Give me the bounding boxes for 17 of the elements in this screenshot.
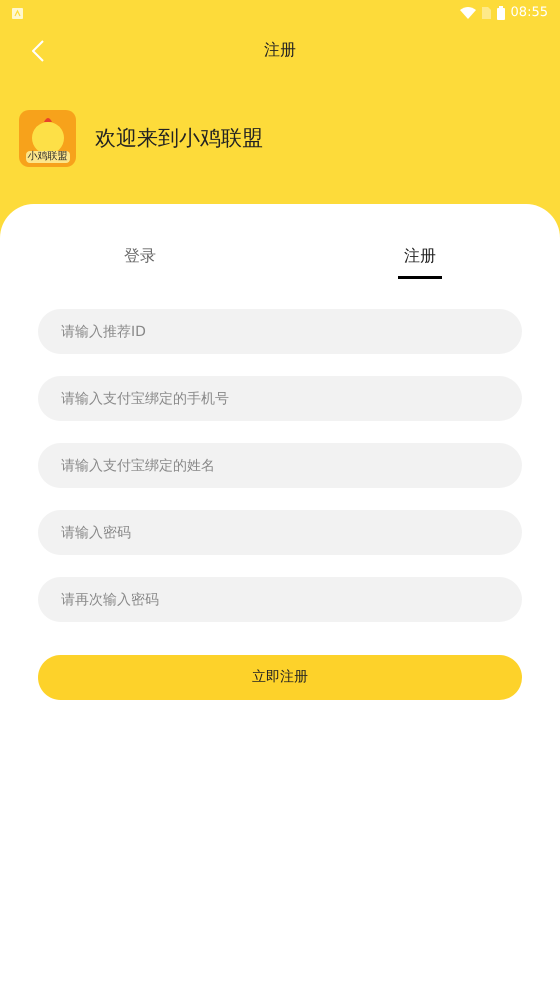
input-field[interactable]: 请输入支付宝绑定的手机号 — [38, 376, 522, 421]
input-field[interactable]: 请输入支付宝绑定的姓名 — [38, 443, 522, 488]
back-icon[interactable] — [32, 40, 44, 62]
app-icon: 小鸡联盟 — [19, 110, 76, 167]
status-time: 08:55 — [510, 4, 548, 22]
tab[interactable]: 注册 — [398, 244, 442, 279]
input-field[interactable]: 请输入密码 — [38, 510, 522, 555]
wifi-icon — [460, 7, 476, 19]
input-field[interactable]: 请输入推荐ID — [38, 309, 522, 354]
register-button[interactable]: 立即注册 — [38, 655, 522, 700]
page-title: 注册 — [264, 39, 296, 61]
battery-icon — [496, 6, 505, 20]
input-field[interactable]: 请再次输入密码 — [38, 577, 522, 622]
notification-icon — [12, 8, 23, 18]
sim-icon — [482, 7, 491, 19]
tab[interactable]: 登录 — [118, 244, 162, 279]
welcome-heading: 欢迎来到小鸡联盟 — [95, 124, 263, 152]
